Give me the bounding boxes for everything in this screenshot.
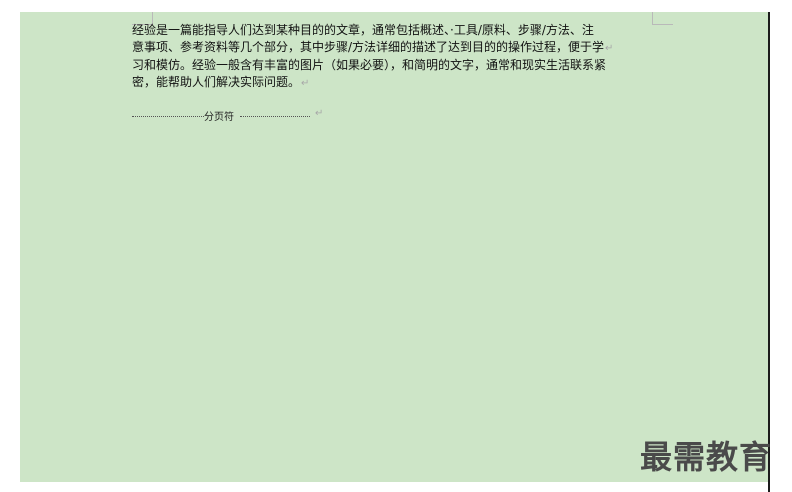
paragraph-line: 密，能帮助人们解决实际问题。↵ bbox=[132, 74, 310, 89]
watermark-logo: 最需教育 bbox=[640, 438, 773, 476]
body-paragraph[interactable]: 经验是一篇能指导人们达到某种目的的文章，通常包括概述、·工具/原料、步骤/方法、… bbox=[132, 22, 662, 92]
paragraph-line: 意事项、参考资料等几个部分，其中步骤/方法详细的描述了达到目的的操作过程，便于学… bbox=[132, 39, 614, 54]
paragraph-line: 习和模仿。经验一般含有丰富的图片（如果必要），和简明的文字，通常和现实生活联系紧 bbox=[132, 58, 607, 72]
paragraph-mark-icon: ↵ bbox=[301, 77, 310, 89]
page-break-marker[interactable]: 分页符 ↵ bbox=[132, 107, 332, 123]
page-break-rule-left bbox=[132, 116, 204, 117]
paragraph-line: 经验是一篇能指导人们达到某种目的的文章，通常包括概述、·工具/原料、步骤/方法、… bbox=[132, 23, 594, 37]
document-page[interactable]: 经验是一篇能指导人们达到某种目的的文章，通常包括概述、·工具/原料、步骤/方法、… bbox=[20, 12, 768, 482]
page-break-rule-right bbox=[240, 116, 310, 117]
page-right-edge bbox=[768, 12, 770, 492]
paragraph-mark-icon: ↵ bbox=[605, 42, 614, 54]
paragraph-mark-icon: ↵ bbox=[315, 108, 324, 119]
document-viewport: 经验是一篇能指导人们达到某种目的的文章，通常包括概述、·工具/原料、步骤/方法、… bbox=[0, 0, 792, 492]
page-break-label: 分页符 bbox=[204, 112, 234, 123]
